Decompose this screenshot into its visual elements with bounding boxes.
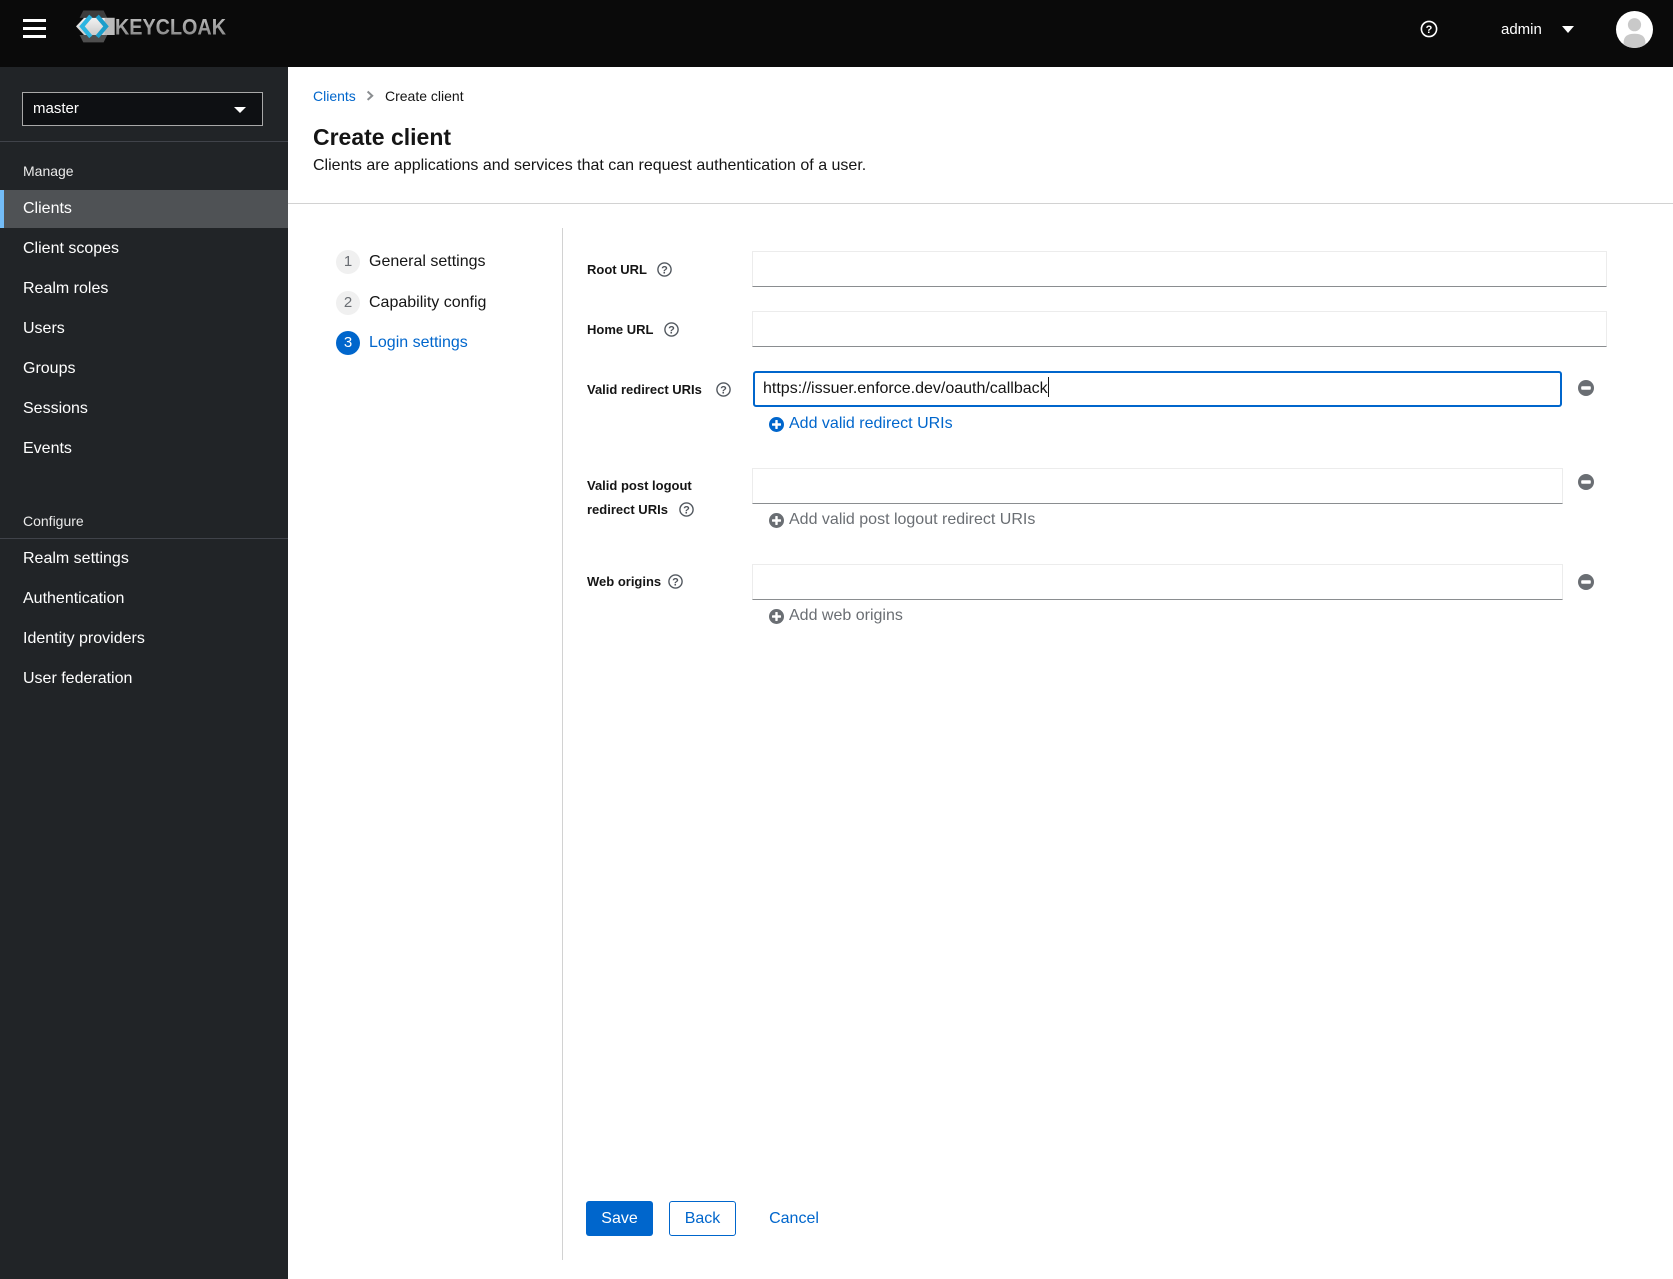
svg-text:?: ? xyxy=(683,505,690,517)
svg-text:?: ? xyxy=(668,325,675,337)
svg-text:?: ? xyxy=(1426,24,1433,36)
svg-text:KEYCLOAK: KEYCLOAK xyxy=(115,15,226,40)
svg-text:?: ? xyxy=(720,385,727,397)
svg-text:?: ? xyxy=(661,265,668,277)
svg-text:?: ? xyxy=(672,577,679,589)
